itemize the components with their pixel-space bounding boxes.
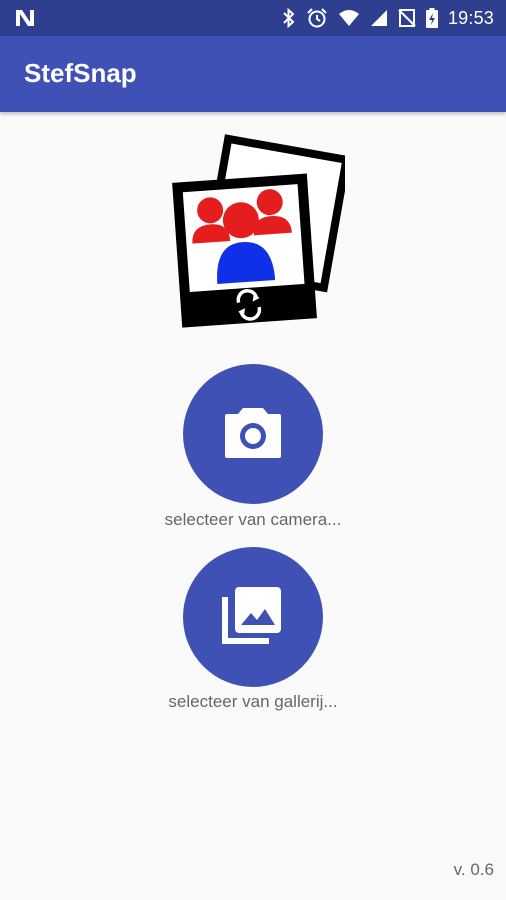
app-bar: StefSnap: [0, 36, 506, 112]
wifi-icon: [338, 9, 360, 27]
status-time: 19:53: [447, 7, 494, 28]
notification-n-icon: [14, 8, 36, 28]
gallery-button[interactable]: [183, 547, 323, 687]
battery-charging-icon: [425, 8, 438, 28]
bluetooth-icon: [282, 8, 296, 28]
gallery-label: selecteer van gallerij...: [168, 692, 338, 711]
app-title: StefSnap: [24, 58, 137, 88]
gallery-icon: [221, 585, 285, 650]
signal-icon: [370, 9, 388, 27]
no-sim-icon: [398, 9, 416, 27]
alarm-icon: [306, 7, 328, 29]
camera-icon: [223, 404, 283, 465]
status-icons: 19:53: [282, 0, 494, 36]
status-bar: 19:53: [0, 0, 506, 36]
stefsnap-logo-icon: [165, 130, 352, 330]
camera-button[interactable]: [183, 364, 323, 504]
version-label: v. 0.6: [453, 860, 494, 879]
camera-label: selecteer van camera...: [164, 510, 342, 529]
